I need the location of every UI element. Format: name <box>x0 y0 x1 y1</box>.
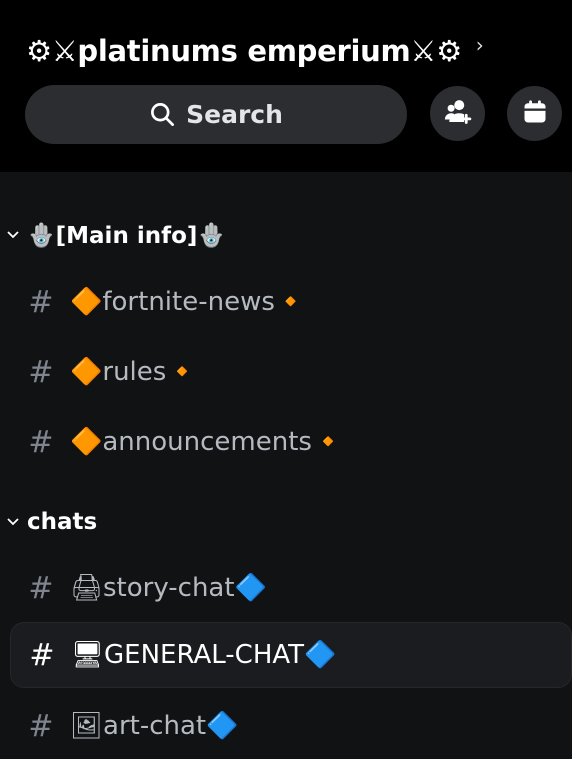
channel-name: 🔶rules🔸 <box>70 357 199 387</box>
hash-icon: # <box>29 637 55 673</box>
category-chats[interactable]: chats <box>4 502 97 542</box>
category-main-info[interactable]: 🪬[Main info]🪬 <box>4 215 226 255</box>
calendar-icon <box>521 98 549 130</box>
search-button[interactable]: Search <box>25 85 407 144</box>
crossed-swords-icon: ⚔ <box>410 34 437 68</box>
invite-members-button[interactable] <box>430 86 485 141</box>
channel-rules[interactable]: # 🔶rules🔸 <box>10 339 572 405</box>
channel-fortnite-news[interactable]: # 🔶fortnite-news🔸 <box>10 269 572 335</box>
hash-icon: # <box>28 708 54 744</box>
hash-icon: # <box>28 424 54 460</box>
server-name-button[interactable]: ⚙⚔platinums emperium⚔⚙ › <box>26 28 484 74</box>
hash-icon: # <box>28 570 54 606</box>
chevron-down-icon <box>4 518 22 526</box>
server-name: ⚙⚔platinums emperium⚔⚙ <box>26 34 462 68</box>
search-icon <box>149 101 176 128</box>
channel-name: 🖼art-chat🔷 <box>70 711 239 741</box>
search-label: Search <box>186 100 283 129</box>
gear-icon: ⚙ <box>436 34 462 68</box>
channel-name: 🖨story-chat🔷 <box>70 573 267 603</box>
channel-story-chat[interactable]: # 🖨story-chat🔷 <box>10 555 572 621</box>
add-member-icon <box>443 97 473 131</box>
hash-icon: # <box>28 354 54 390</box>
hash-icon: # <box>28 284 54 320</box>
category-label: 🪬[Main info]🪬 <box>27 222 227 249</box>
channel-general-chat[interactable]: # 🖥GENERAL-CHAT🔷 <box>10 622 572 688</box>
channel-announcements[interactable]: # 🔶announcements🔸 <box>10 409 572 475</box>
channel-name: 🖥GENERAL-CHAT🔷 <box>71 640 337 670</box>
chevron-right-icon: › <box>475 33 484 57</box>
server-header: ⚙⚔platinums emperium⚔⚙ › Search <box>0 0 572 172</box>
chevron-down-icon <box>4 231 22 239</box>
category-label: chats <box>27 509 98 535</box>
gear-icon: ⚙ <box>26 34 52 68</box>
channel-name: 🔶announcements🔸 <box>70 427 345 457</box>
events-button[interactable] <box>507 86 562 141</box>
channel-art-chat[interactable]: # 🖼art-chat🔷 <box>10 693 572 759</box>
channel-name: 🔶fortnite-news🔸 <box>70 287 308 317</box>
crossed-swords-icon: ⚔ <box>51 34 78 68</box>
